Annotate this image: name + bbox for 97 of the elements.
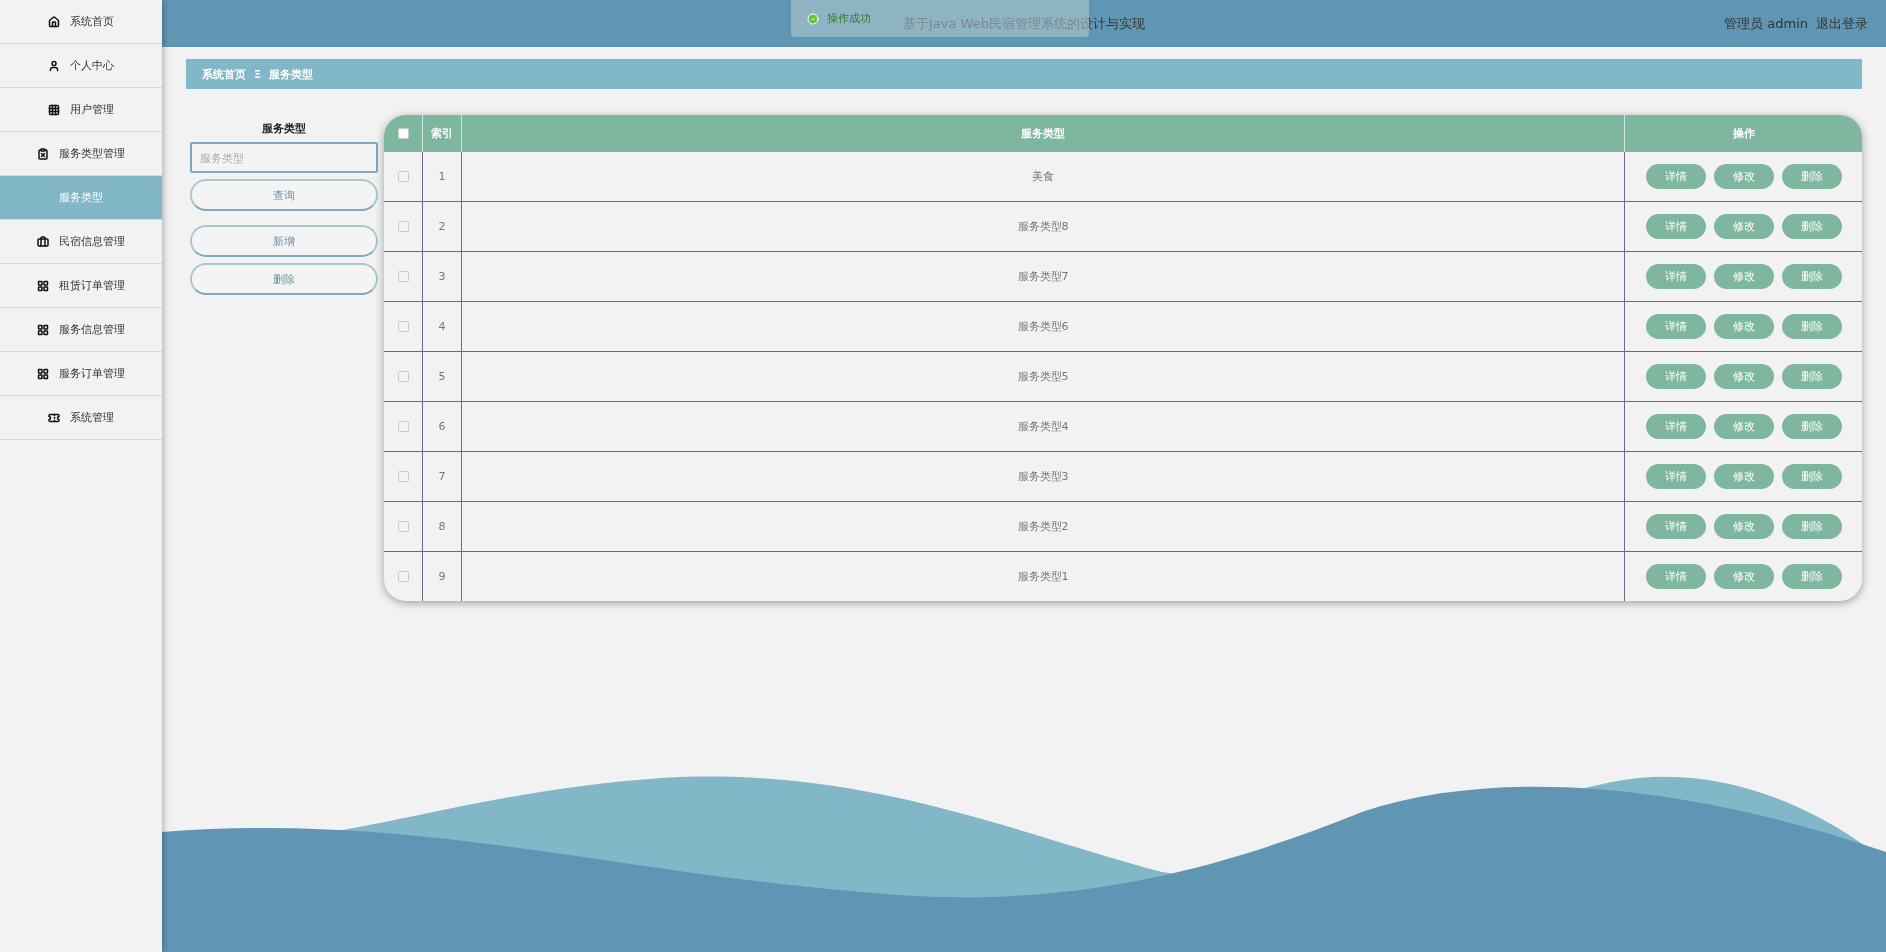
grid-icon — [37, 279, 49, 292]
toast-message: 操作成功 — [827, 11, 871, 26]
row-checkbox[interactable] — [397, 521, 409, 532]
delete-button[interactable]: 删除 — [1781, 464, 1842, 489]
ticket-icon — [48, 411, 60, 424]
table-cell: 服务类型5 — [462, 352, 1625, 401]
table-cell: 服务类型7 — [462, 252, 1625, 301]
detail-button[interactable]: 详情 — [1645, 314, 1706, 339]
table-cell: 1 — [423, 152, 462, 201]
edit-button[interactable]: 修改 — [1713, 514, 1774, 539]
delete-button[interactable]: 删除 — [1781, 314, 1842, 339]
column-header: 服务类型 — [462, 115, 1625, 152]
sidebar-item-label: 服务订单管理 — [59, 366, 125, 381]
delete-button[interactable]: 删除 — [1781, 364, 1842, 389]
table-cell: 2 — [423, 202, 462, 251]
sidebar-item-label: 服务类型管理 — [59, 146, 125, 161]
sidebar-item[interactable]: 民宿信息管理 — [0, 220, 162, 264]
sidebar-item-label: 系统管理 — [70, 410, 114, 425]
sidebar-item-label: 个人中心 — [70, 58, 114, 73]
logout-link[interactable]: 退出登录 — [1816, 14, 1868, 33]
row-checkbox[interactable] — [397, 571, 409, 582]
table-cell: 服务类型1 — [462, 552, 1625, 601]
row-checkbox[interactable] — [397, 221, 409, 232]
briefcase-icon — [37, 235, 49, 248]
table-cell: 美食 — [462, 152, 1625, 201]
edit-button[interactable]: 修改 — [1713, 314, 1774, 339]
delete-button[interactable]: 删除 — [1781, 214, 1842, 239]
home-icon — [48, 15, 60, 28]
table-cell: 服务类型2 — [462, 502, 1625, 551]
delete-button[interactable]: 删除 — [1781, 514, 1842, 539]
table-cell: 9 — [423, 552, 462, 601]
grid-icon — [37, 323, 49, 336]
sidebar-item[interactable]: 用户管理 — [0, 88, 162, 132]
table-cell: 服务类型6 — [462, 302, 1625, 351]
grid-icon — [37, 367, 49, 380]
delete-button[interactable]: 删除 — [1781, 264, 1842, 289]
table-cell: 6 — [423, 402, 462, 451]
edit-button[interactable]: 修改 — [1713, 164, 1774, 189]
sidebar-item-label: 服务类型 — [59, 190, 103, 205]
check-icon — [807, 12, 819, 25]
query-button[interactable]: 查询 — [190, 179, 378, 211]
delete-button[interactable]: 删除 — [1781, 564, 1842, 589]
sidebar-item-label: 系统首页 — [70, 14, 114, 29]
edit-button[interactable]: 修改 — [1713, 414, 1774, 439]
row-checkbox[interactable] — [397, 471, 409, 482]
add-button[interactable]: 新增 — [190, 225, 378, 257]
table-cell: 5 — [423, 352, 462, 401]
detail-button[interactable]: 详情 — [1645, 364, 1706, 389]
detail-button[interactable]: 详情 — [1645, 214, 1706, 239]
row-checkbox[interactable] — [397, 171, 409, 182]
sidebar-item[interactable]: 租赁订单管理 — [0, 264, 162, 308]
table-cell: 7 — [423, 452, 462, 501]
detail-button[interactable]: 详情 — [1645, 464, 1706, 489]
edit-button[interactable]: 修改 — [1713, 214, 1774, 239]
column-header: 索引 — [423, 115, 462, 152]
edit-button[interactable]: 修改 — [1713, 364, 1774, 389]
table-cell: 8 — [423, 502, 462, 551]
row-checkbox[interactable] — [397, 321, 409, 332]
detail-button[interactable]: 详情 — [1645, 264, 1706, 289]
table-cell: 服务类型4 — [462, 402, 1625, 451]
breadcrumb-link[interactable]: 系统首页 — [202, 66, 246, 82]
sidebar-item[interactable]: 个人中心 — [0, 44, 162, 88]
delete-button[interactable]: 删除 — [1781, 414, 1842, 439]
table-cell: 4 — [423, 302, 462, 351]
sidebar-item-label: 租赁订单管理 — [59, 278, 125, 293]
sidebar-item[interactable]: 系统管理 — [0, 396, 162, 440]
detail-button[interactable]: 详情 — [1645, 414, 1706, 439]
edit-button[interactable]: 修改 — [1713, 564, 1774, 589]
search-field[interactable]: 服务类型 — [190, 142, 378, 173]
clipboard-icon — [37, 147, 49, 160]
table-cell: 服务类型3 — [462, 452, 1625, 501]
delete-button[interactable]: 删除 — [190, 263, 378, 295]
column-header: 操作 — [1731, 126, 1756, 142]
table-cell: 3 — [423, 252, 462, 301]
table-cell: 服务类型8 — [462, 202, 1625, 251]
sidebar-item[interactable]: 服务信息管理 — [0, 308, 162, 352]
row-checkbox[interactable] — [397, 371, 409, 382]
sidebar-item[interactable]: 服务订单管理 — [0, 352, 162, 396]
user-label: 管理员 admin — [1724, 14, 1808, 33]
grid-icon — [48, 103, 60, 116]
row-checkbox[interactable] — [397, 421, 409, 432]
breadcrumb-current: 服务类型 — [268, 66, 313, 82]
user-icon — [48, 59, 60, 72]
detail-button[interactable]: 详情 — [1645, 564, 1706, 589]
delete-button[interactable]: 删除 — [1781, 164, 1842, 189]
select-all-checkbox[interactable] — [397, 128, 409, 139]
edit-button[interactable]: 修改 — [1713, 464, 1774, 489]
breadcrumb-separator: Ξ — [254, 67, 261, 81]
sidebar-item-label: 用户管理 — [70, 102, 114, 117]
search-label: 服务类型 — [261, 121, 307, 136]
row-checkbox[interactable] — [397, 271, 409, 282]
sidebar-item-label: 民宿信息管理 — [59, 234, 125, 249]
detail-button[interactable]: 详情 — [1645, 164, 1706, 189]
edit-button[interactable]: 修改 — [1713, 264, 1774, 289]
sidebar-item[interactable]: 服务类型 — [0, 176, 162, 220]
sidebar-item-label: 服务信息管理 — [59, 322, 125, 337]
detail-button[interactable]: 详情 — [1645, 514, 1706, 539]
